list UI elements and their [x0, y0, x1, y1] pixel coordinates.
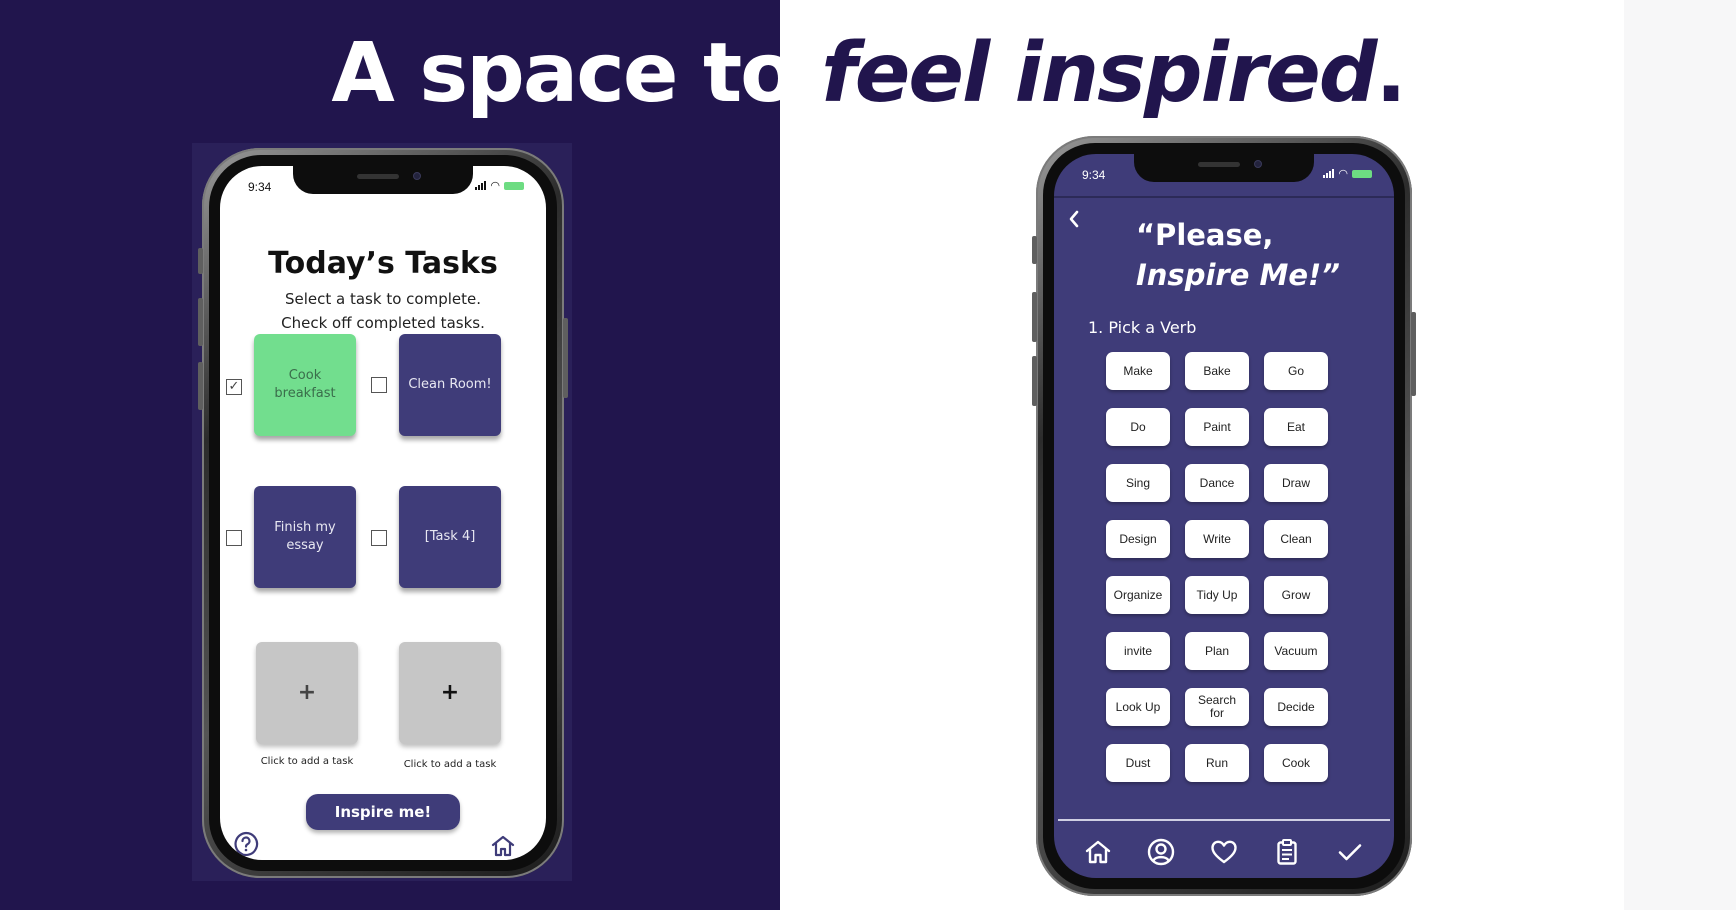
verb-chip[interactable]: Grow — [1264, 576, 1328, 614]
phone-inspire-me: 9:34 ◠ “Please, Inspire Me!” 1. Pick a V… — [1032, 136, 1416, 896]
status-icons: ◠ — [475, 179, 524, 192]
add-task-button-1[interactable]: + — [256, 642, 358, 744]
instructions-line-1: Select a task to complete. — [284, 290, 481, 308]
silent-switch — [198, 248, 203, 274]
wifi-icon: ◠ — [490, 179, 500, 192]
nav-home-icon[interactable] — [1083, 837, 1113, 867]
verb-chip[interactable]: Make — [1106, 352, 1170, 390]
help-icon[interactable] — [232, 830, 260, 858]
wifi-icon: ◠ — [1338, 167, 1348, 180]
verb-chip[interactable]: Go — [1264, 352, 1328, 390]
nav-clipboard-icon[interactable] — [1272, 837, 1302, 867]
status-icons: ◠ — [1323, 167, 1372, 180]
speaker-grille — [1198, 162, 1240, 167]
verb-chip[interactable]: Vacuum — [1264, 632, 1328, 670]
add-task-button-2[interactable]: + — [399, 642, 501, 744]
step-label: 1. Pick a Verb — [1088, 318, 1197, 337]
headline-part-2: feel inspired — [821, 26, 1377, 121]
nav-profile-icon[interactable] — [1146, 837, 1176, 867]
task-checkbox-3[interactable] — [226, 530, 242, 546]
quote-line-1: “Please, — [1136, 218, 1274, 252]
bottom-nav — [1054, 826, 1394, 878]
speaker-grille — [357, 174, 399, 179]
silent-switch — [1032, 236, 1037, 264]
task-checkbox-2[interactable] — [371, 377, 387, 393]
right-edge-strip — [1624, 0, 1736, 910]
signal-icon — [475, 181, 487, 190]
verb-chip[interactable]: Look Up — [1106, 688, 1170, 726]
instructions-line-2: Check off completed tasks. — [281, 314, 485, 332]
volume-up-button — [1032, 292, 1037, 342]
status-time: 9:34 — [248, 180, 272, 194]
task-card-1[interactable]: Cook breakfast — [254, 334, 356, 436]
verb-chip[interactable]: Search for — [1185, 688, 1249, 726]
battery-icon — [1352, 169, 1372, 178]
power-button — [1411, 312, 1416, 396]
add-task-caption-2: Click to add a task — [403, 759, 497, 770]
headline-part-1: A space to — [331, 26, 822, 121]
front-camera — [413, 172, 421, 180]
volume-down-button — [1032, 356, 1037, 406]
verb-chip[interactable]: Bake — [1185, 352, 1249, 390]
verb-chip[interactable]: Write — [1185, 520, 1249, 558]
volume-down-button — [198, 362, 203, 410]
back-chevron-icon[interactable] — [1066, 208, 1082, 230]
nav-heart-icon[interactable] — [1209, 837, 1239, 867]
verb-chip[interactable]: Eat — [1264, 408, 1328, 446]
verb-chip[interactable]: Dance — [1185, 464, 1249, 502]
verb-chip[interactable]: Organize — [1106, 576, 1170, 614]
verb-chip[interactable]: Tidy Up — [1185, 576, 1249, 614]
front-camera — [1254, 160, 1262, 168]
status-time: 9:34 — [1082, 168, 1106, 182]
verb-chip[interactable]: Dust — [1106, 744, 1170, 782]
task-checkbox-1[interactable]: ✓ — [226, 379, 242, 395]
home-icon[interactable] — [490, 834, 516, 858]
verb-chip[interactable]: Run — [1185, 744, 1249, 782]
phone-notch — [1134, 154, 1314, 182]
screen-inspire-me: 9:34 ◠ “Please, Inspire Me!” 1. Pick a V… — [1054, 154, 1394, 878]
task-card-3[interactable]: Finish my essay — [254, 486, 356, 588]
nav-check-icon[interactable] — [1335, 837, 1365, 867]
verb-chip[interactable]: Cook — [1264, 744, 1328, 782]
phone-todays-tasks: 9:34 ◠ Today’s Tasks Select a task to co… — [198, 148, 568, 878]
page-title: Today’s Tasks — [268, 246, 498, 281]
headline: A space to feel inspired. — [0, 26, 1736, 121]
task-checkbox-4[interactable] — [371, 530, 387, 546]
verb-chip[interactable]: Sing — [1106, 464, 1170, 502]
task-card-2[interactable]: Clean Room! — [399, 334, 501, 436]
quote-line-2: Inspire Me!” — [1136, 258, 1340, 292]
verb-chip[interactable]: invite — [1106, 632, 1170, 670]
verb-chip[interactable]: Draw — [1264, 464, 1328, 502]
verb-chip[interactable]: Do — [1106, 408, 1170, 446]
verb-chip[interactable]: Plan — [1185, 632, 1249, 670]
header-divider — [1054, 196, 1394, 198]
verb-chip[interactable]: Design — [1106, 520, 1170, 558]
power-button — [563, 318, 568, 398]
task-card-4[interactable]: [Task 4] — [399, 486, 501, 588]
phone-notch — [293, 166, 473, 194]
verb-chip[interactable]: Paint — [1185, 408, 1249, 446]
inspire-me-button[interactable]: Inspire me! — [306, 794, 460, 830]
nav-divider — [1058, 819, 1390, 821]
verb-grid: Make Bake Go Do Paint Eat Sing Dance Dra… — [1106, 352, 1332, 782]
verb-chip[interactable]: Decide — [1264, 688, 1328, 726]
screen-todays-tasks: 9:34 ◠ Today’s Tasks Select a task to co… — [220, 166, 546, 860]
verb-chip[interactable]: Clean — [1264, 520, 1328, 558]
headline-part-3: . — [1375, 26, 1406, 121]
signal-icon — [1323, 169, 1335, 178]
add-task-caption-1: Click to add a task — [260, 756, 354, 767]
volume-up-button — [198, 298, 203, 346]
battery-icon — [504, 181, 524, 190]
